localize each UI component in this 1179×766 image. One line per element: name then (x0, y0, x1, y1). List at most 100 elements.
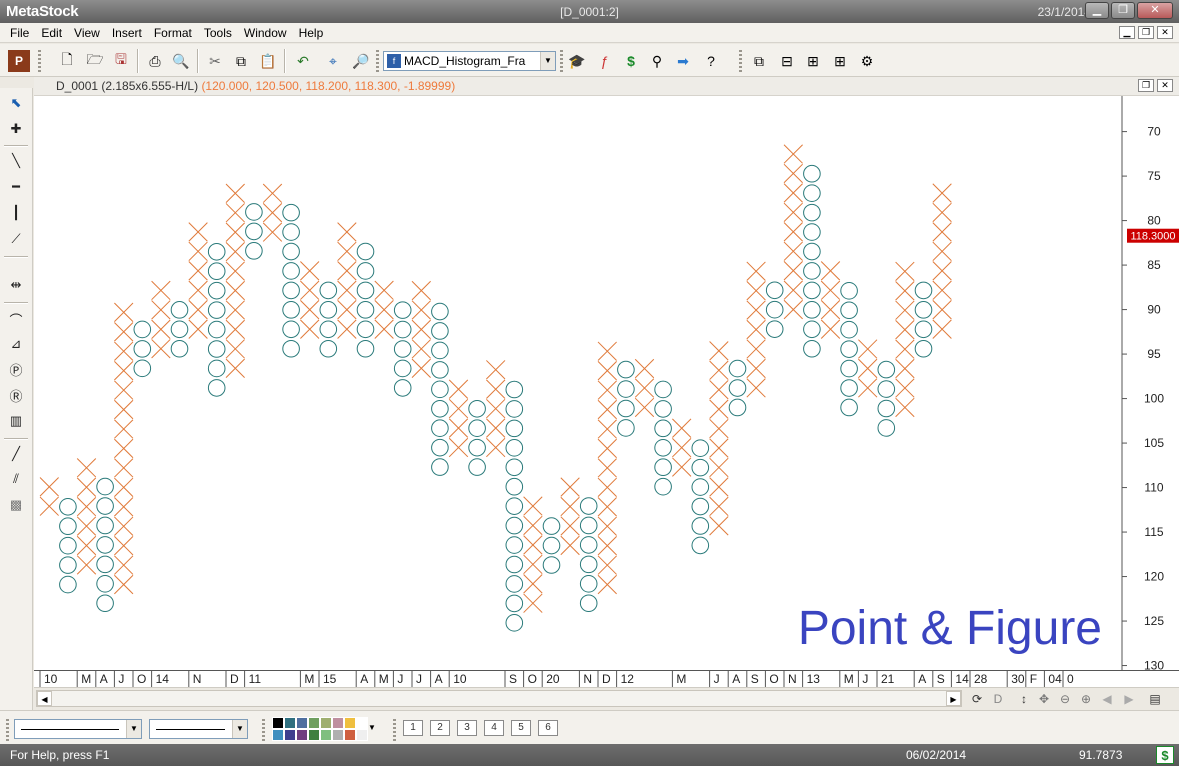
color-swatch[interactable] (308, 729, 320, 741)
arc-tool-icon[interactable]: ⌒ (5, 308, 27, 330)
system-tester-icon[interactable]: $ (620, 50, 642, 72)
select-pointer-icon[interactable]: ⬉ (5, 92, 27, 114)
line-type-4-button[interactable]: 4 (484, 720, 504, 736)
mdi-restore-button[interactable]: ❐ (1138, 26, 1154, 39)
app-logo-icon[interactable]: P (8, 50, 30, 72)
chevron-down-icon[interactable]: ▼ (126, 720, 141, 738)
indicator-builder-icon[interactable]: ƒ (593, 50, 615, 72)
cascade-windows-icon[interactable]: ⧉ (748, 50, 770, 72)
new-file-icon[interactable]: 🗋 (56, 50, 78, 72)
color-swatch[interactable] (272, 717, 284, 729)
whats-this-help-icon[interactable]: ? (700, 50, 722, 72)
tile-vertical-icon[interactable]: ⊟ (776, 50, 798, 72)
scroll-right-icon[interactable]: ▶ (946, 691, 961, 706)
refresh-icon[interactable]: ⟳ (968, 691, 986, 707)
line-type-3-button[interactable]: 3 (457, 720, 477, 736)
chart-maximize-button[interactable]: ❐ (1138, 79, 1154, 92)
color-swatch[interactable] (332, 729, 344, 741)
zoom-icon[interactable]: 🔎 (350, 50, 372, 72)
settings-gear-icon[interactable]: ⚙ (856, 50, 878, 72)
toolbar-grip[interactable] (560, 50, 563, 72)
minimize-button[interactable]: ▁ (1085, 2, 1109, 19)
print-preview-icon[interactable]: 🔍 (170, 50, 192, 72)
gann-fan-icon[interactable]: ⫽ (5, 468, 27, 490)
mdi-minimize-button[interactable]: ▁ (1119, 26, 1135, 39)
color-swatch[interactable] (284, 717, 296, 729)
menu-view[interactable]: View (68, 26, 106, 40)
toolbar-grip[interactable] (6, 719, 9, 741)
chevron-down-icon[interactable]: ▼ (368, 723, 376, 732)
color-swatch[interactable] (272, 729, 284, 741)
color-swatch[interactable] (356, 717, 368, 729)
toolbar-grip[interactable] (38, 50, 41, 72)
horizontal-line-icon[interactable]: ━ (5, 176, 27, 198)
color-swatch[interactable] (284, 729, 296, 741)
save-icon[interactable]: 🖫 (110, 50, 132, 72)
periodicity-icon[interactable]: D (989, 691, 1007, 707)
chart-area[interactable]: 130 125 120 115 110 105 100 95 90 85 80 75 70 118.300… (34, 96, 1179, 670)
menu-file[interactable]: File (4, 26, 35, 40)
color-swatch[interactable] (332, 717, 344, 729)
toolbar-grip[interactable] (393, 719, 396, 741)
print-icon[interactable]: ⎙ (144, 50, 166, 72)
scroll-left-icon[interactable]: ◀ (37, 691, 52, 706)
chevron-down-icon[interactable]: ▼ (232, 720, 247, 738)
pitchfork-icon[interactable]: Ⓟ (5, 358, 27, 380)
undo-icon[interactable]: ↶ (292, 50, 314, 72)
menu-help[interactable]: Help (293, 26, 330, 40)
color-swatch[interactable] (296, 729, 308, 741)
chevron-down-icon[interactable]: ▼ (540, 52, 555, 70)
indicator-dropdown[interactable]: f MACD_Histogram_Fra ▼ (383, 51, 556, 71)
tile-horizontal-icon[interactable]: ⊞ (802, 50, 824, 72)
color-swatch[interactable] (344, 717, 356, 729)
bar-tool-icon[interactable]: ▥ (5, 410, 27, 432)
close-button[interactable]: ✕ (1137, 2, 1173, 19)
cut-icon[interactable]: ✂ (204, 50, 226, 72)
diagonal-line-icon[interactable]: ╱ (5, 443, 27, 465)
menu-tools[interactable]: Tools (198, 26, 238, 40)
menu-edit[interactable]: Edit (35, 26, 68, 40)
line-style-dropdown[interactable]: ▼ (14, 719, 142, 739)
color-swatch[interactable] (296, 717, 308, 729)
maximize-button[interactable]: ❐ (1111, 2, 1135, 19)
toolbar-grip[interactable] (262, 719, 265, 741)
explorer-binoculars-icon[interactable]: ⚲ (646, 50, 668, 72)
crosshair-icon[interactable]: ⌖ (322, 50, 344, 72)
zoom-in-icon[interactable]: ⊕ (1077, 691, 1095, 707)
copy-icon[interactable]: ⧉ (230, 50, 252, 72)
vertical-resize-icon[interactable]: ↕ (1015, 691, 1033, 707)
pan-icon[interactable]: ✥ (1035, 691, 1053, 707)
tile-grid-icon[interactable]: ⊞ (829, 50, 851, 72)
color-swatch[interactable] (320, 729, 332, 741)
cycle-lines-icon[interactable]: ⇹ (5, 274, 27, 296)
menu-insert[interactable]: Insert (106, 26, 148, 40)
chart-close-button[interactable]: ✕ (1157, 79, 1173, 92)
nav-forward-icon[interactable]: ▶ (1120, 691, 1138, 707)
list-view-icon[interactable]: ▤ (1146, 691, 1164, 707)
menu-window[interactable]: Window (238, 26, 293, 40)
line-type-1-button[interactable]: 1 (403, 720, 423, 736)
color-swatch[interactable] (344, 729, 356, 741)
open-folder-icon[interactable]: 🗁 (84, 50, 106, 72)
vertical-line-icon[interactable]: ┃ (5, 202, 27, 224)
toolbar-grip[interactable] (376, 50, 379, 72)
color-swatch[interactable] (320, 717, 332, 729)
fibonacci-fan-icon[interactable]: ⊿ (5, 333, 27, 355)
point-figure-chart[interactable]: 130 125 120 115 110 105 100 95 90 85 80 75 70 118.300… (34, 96, 1179, 670)
color-swatch[interactable] (308, 717, 320, 729)
line-type-5-button[interactable]: 5 (511, 720, 531, 736)
line-type-2-button[interactable]: 2 (430, 720, 450, 736)
trendline-tool-icon[interactable]: ╲ (5, 150, 27, 172)
speed-line-icon[interactable]: ⟋ (5, 228, 27, 250)
paste-icon[interactable]: 📋 (257, 50, 279, 72)
expert-advisor-icon[interactable]: 🎓 (566, 50, 588, 72)
nav-back-icon[interactable]: ◀ (1098, 691, 1116, 707)
pattern-fill-icon[interactable]: ▩ (5, 494, 27, 516)
mdi-close-button[interactable]: ✕ (1157, 26, 1173, 39)
toolbar-grip[interactable] (739, 50, 742, 72)
zoom-out-icon[interactable]: ⊖ (1056, 691, 1074, 707)
menu-format[interactable]: Format (148, 26, 198, 40)
regression-channel-icon[interactable]: Ⓡ (5, 384, 27, 406)
crosshair-tool-icon[interactable]: ✚ (5, 118, 27, 140)
horizontal-scrollbar[interactable]: ◀ ▶ (36, 690, 962, 707)
